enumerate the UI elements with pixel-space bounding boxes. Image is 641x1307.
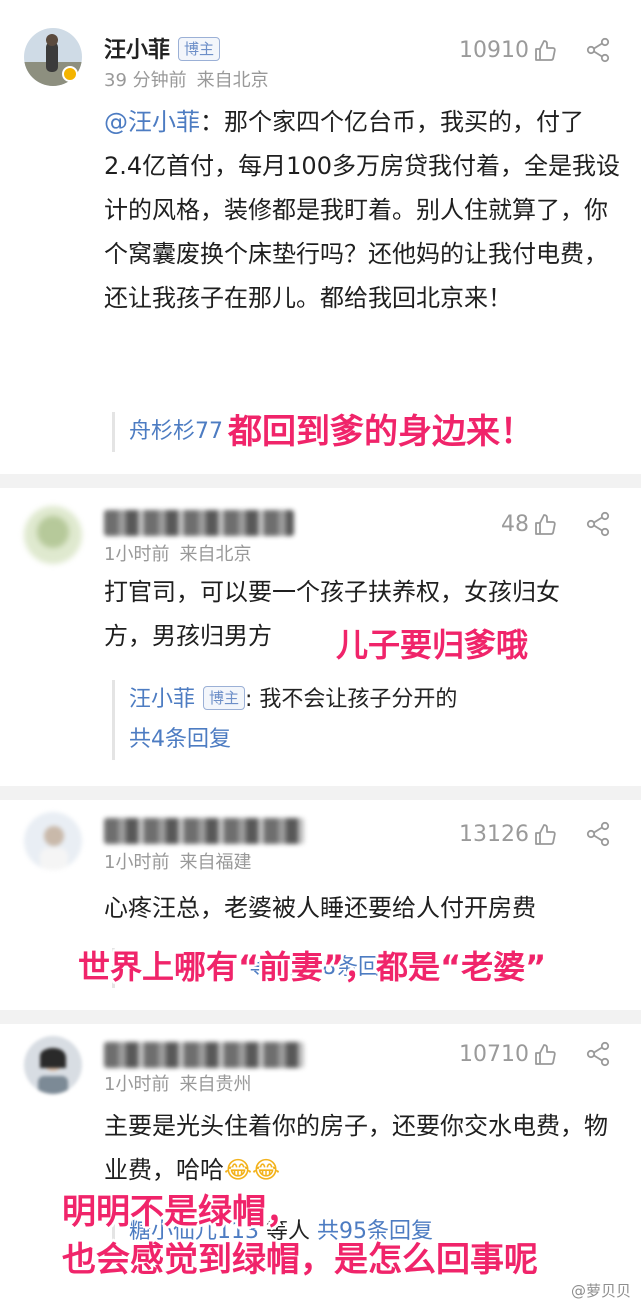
username[interactable]: 汪小菲 博主: [104, 32, 221, 64]
like-icon[interactable]: [533, 822, 557, 846]
divider: [0, 1010, 641, 1024]
comment-time: 39 分钟前: [104, 70, 187, 91]
comment-location: 来自贵州: [179, 1074, 252, 1095]
comment-text: 心疼汪总，老婆被人睡还要给人付开房费: [104, 894, 536, 922]
overlay-caption: 儿子要归爹哦: [336, 626, 529, 664]
share-icon[interactable]: [585, 821, 611, 847]
blurred-username[interactable]: [104, 1042, 304, 1068]
author-badge: 博主: [203, 686, 246, 710]
comment-time: 1小时前: [104, 852, 170, 873]
comment-location: 来自福建: [179, 852, 252, 873]
avatar[interactable]: [24, 812, 82, 870]
share-icon[interactable]: [585, 1041, 611, 1067]
comment-text: 主要是光头住着你的房子，还要你交水电费，物业费，哈哈😂😂: [104, 1104, 620, 1192]
divider: [0, 474, 641, 488]
like-icon[interactable]: [533, 512, 557, 536]
like-icon[interactable]: [533, 38, 557, 62]
reply-preview[interactable]: 汪小菲 博主: 我不会让孩子分开的 共4条回复: [112, 680, 629, 760]
like-count: 10910: [459, 38, 529, 63]
comment-body: 主要是光头住着你的房子，还要你交水电费，物业费，哈哈: [104, 1112, 608, 1184]
blurred-username[interactable]: [104, 818, 304, 844]
blurred-username[interactable]: [104, 510, 294, 536]
comment-meta: 1小时前 来自北京: [104, 540, 251, 566]
comment-meta: 39 分钟前 来自北京: [104, 66, 269, 92]
comment-meta: 1小时前 来自贵州: [104, 1070, 251, 1096]
laugh-cry-emoji: 😂😂: [224, 1156, 281, 1184]
avatar[interactable]: [24, 506, 82, 564]
reply-username[interactable]: 舟杉杉77: [129, 419, 223, 444]
divider: [0, 786, 641, 800]
comment-feed: 汪小菲 博主 39 分钟前 来自北京 10910 @汪小菲：那个家四个亿台币，我买的…: [0, 0, 641, 1307]
like-count: 48: [501, 512, 529, 537]
overlay-caption: 都回到爹的身边来！: [228, 412, 534, 452]
comment-item: 1小时前 来自北京 48 打官司，可以要一个孩子扶养权，女孩归女方，男孩归男方 汪…: [0, 488, 641, 788]
author-badge: 博主: [178, 37, 221, 61]
overlay-caption: 明明不是绿帽，: [62, 1192, 300, 1232]
watermark: @萝贝贝: [570, 1282, 631, 1300]
share-icon[interactable]: [585, 511, 611, 537]
comment-body: ：那个家四个亿台币，我买的，付了2.4亿首付，每月100多万房贷我付着，全是我设…: [104, 108, 620, 312]
overlay-caption: 也会感觉到绿帽，是怎么回事呢: [62, 1240, 538, 1280]
reply-text: : 我不会让孩子分开的: [245, 687, 458, 712]
comment-location: 来自北京: [196, 70, 269, 91]
verified-icon: [62, 66, 78, 82]
mention-link[interactable]: @汪小菲: [104, 108, 200, 136]
comment-location: 来自北京: [179, 544, 252, 565]
like-count: 10710: [459, 1042, 529, 1067]
like-icon[interactable]: [533, 1042, 557, 1066]
comment-text: @汪小菲：那个家四个亿台币，我买的，付了2.4亿首付，每月100多万房贷我付着，…: [104, 100, 620, 320]
comment-time: 1小时前: [104, 544, 170, 565]
comment-meta: 1小时前 来自福建: [104, 848, 251, 874]
avatar[interactable]: [24, 1036, 82, 1094]
reply-username[interactable]: 汪小菲: [129, 687, 195, 712]
like-count: 13126: [459, 822, 529, 847]
more-replies-link[interactable]: 共4条回复: [129, 720, 629, 760]
overlay-caption: 世界上哪有“前妻”，都是“老婆”: [78, 948, 547, 986]
username-text[interactable]: 汪小菲: [104, 38, 170, 63]
share-icon[interactable]: [585, 37, 611, 63]
comment-time: 1小时前: [104, 1074, 170, 1095]
